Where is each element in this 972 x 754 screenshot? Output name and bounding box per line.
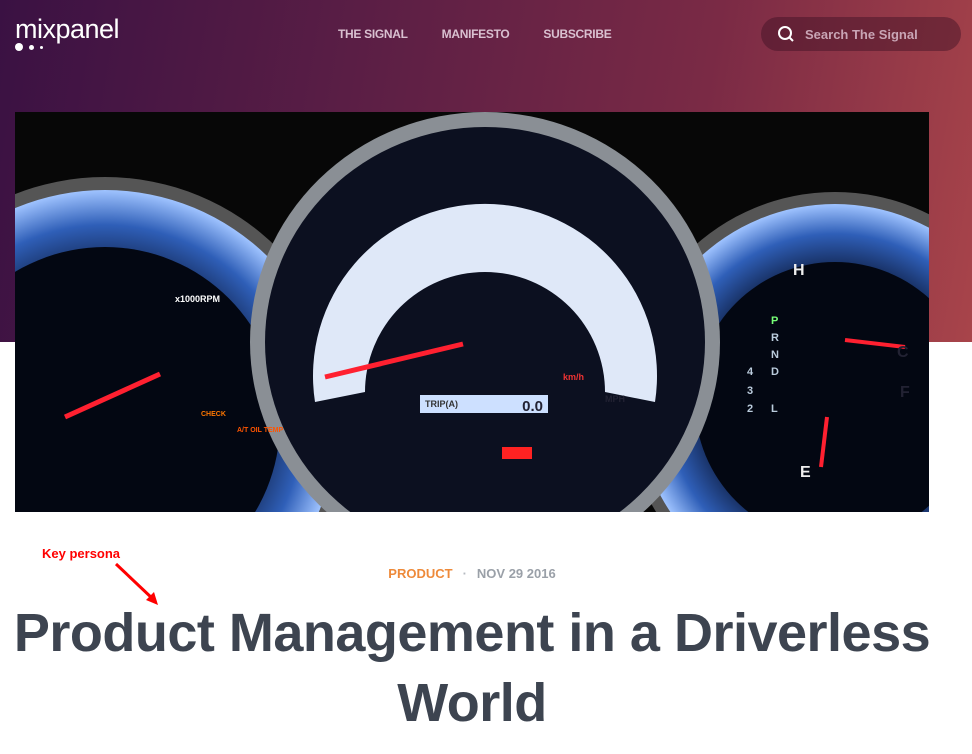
trip-label: TRIP(A) — [425, 399, 458, 409]
annotation-label: Key persona — [42, 546, 121, 561]
search-input[interactable]: Search The Signal — [761, 17, 961, 51]
article-meta: PRODUCT · NOV 29 2016 — [388, 566, 556, 581]
gear-p: P — [771, 315, 778, 327]
kmh-label: km/h — [563, 372, 584, 382]
temp-cold: C — [897, 344, 909, 361]
fuel-empty: E — [800, 464, 811, 481]
main-nav: THE SIGNAL MANIFESTO SUBSCRIBE — [338, 27, 612, 41]
rpm-label: x1000RPM — [175, 294, 220, 304]
check-label: CHECK — [201, 411, 226, 418]
trip-value: 0.0 — [522, 398, 543, 415]
temp-label: A/T OIL TEMP — [237, 427, 283, 434]
search-icon — [778, 26, 794, 42]
search-placeholder: Search The Signal — [805, 26, 918, 42]
mph-label: MPH — [605, 394, 625, 404]
gear-l: L — [771, 403, 778, 415]
logo-dots — [15, 43, 43, 51]
category-link[interactable]: PRODUCT — [388, 566, 452, 581]
gear-2: 2 — [747, 403, 753, 415]
gear-3: 3 — [747, 385, 753, 397]
hero-image: TRIP(A) 0.0 x1000RPM km/h MPH CHECK A/T … — [15, 112, 929, 512]
gear-4: 4 — [747, 366, 754, 378]
nav-manifesto[interactable]: MANIFESTO — [442, 27, 510, 41]
article-date: NOV 29 2016 — [476, 566, 556, 581]
temp-hot: H — [793, 262, 805, 279]
gear-d: D — [771, 366, 779, 378]
logo[interactable]: mixpanel — [15, 14, 120, 45]
article-title: Product Management in a Driverless World — [13, 603, 931, 733]
fuel-full: F — [900, 384, 910, 401]
gear-n: N — [771, 349, 779, 361]
nav-the-signal[interactable]: THE SIGNAL — [338, 27, 408, 41]
nav-subscribe[interactable]: SUBSCRIBE — [543, 27, 611, 41]
gear-r: R — [771, 332, 779, 344]
